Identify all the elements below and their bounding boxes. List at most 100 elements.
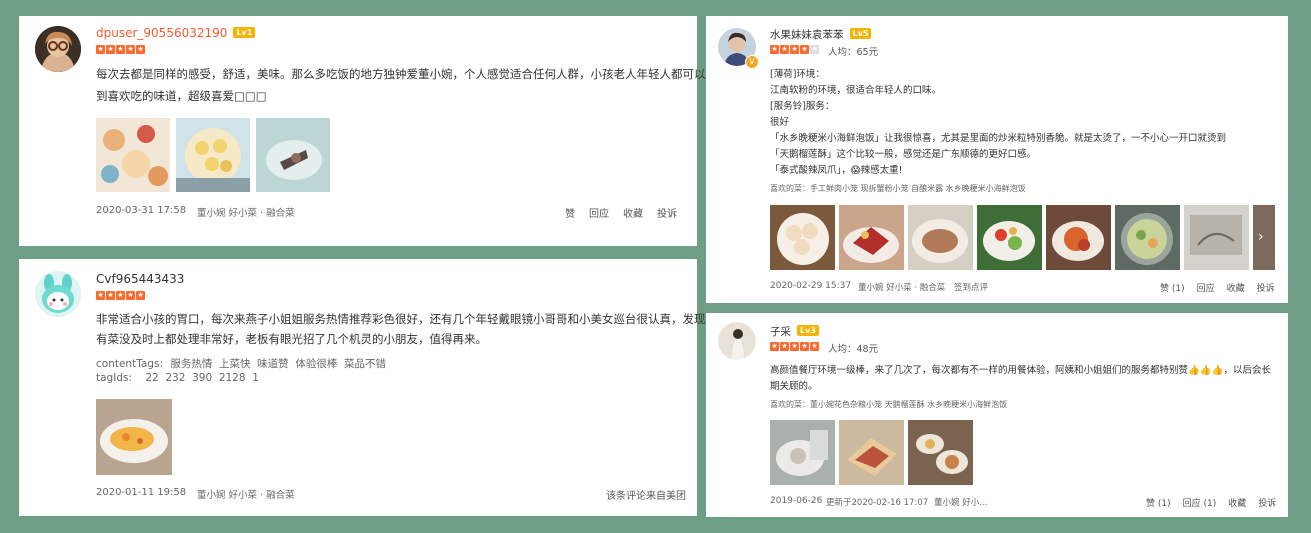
shop-name[interactable]: 董小婉 好小... xyxy=(934,496,987,508)
review-card-1: dpuser_90556032190 Lv1 ★ ★ ★ ★ ★ 每次去都是同样的… xyxy=(19,16,717,246)
review-date: 2020-03-31 17:58 xyxy=(96,205,187,216)
review-text-line: 「水乡晚粳米小海鲜泡饭」让我很惊喜，尤其是里面的炒米粒特别香脆。就是太烫了，一不… xyxy=(770,133,1227,144)
review-photo[interactable] xyxy=(770,205,835,270)
favorite-button[interactable]: 收藏 xyxy=(1227,281,1245,294)
review-card-3: V 水果妹妹袁苯苯 Lv5 ★ ★ ★ ★ ★ 人均：65元 [薄荷]环境： 江南… xyxy=(706,16,1288,303)
updated-time: 更新于2020-02-16 17:07 xyxy=(826,498,929,508)
reply-button[interactable]: 回应 xyxy=(1197,281,1215,294)
review-date: 2020-01-11 19:58 xyxy=(96,487,187,498)
like-button[interactable]: 赞 (1) xyxy=(1160,281,1185,294)
review-photo[interactable] xyxy=(839,205,904,270)
star-icon: ★ xyxy=(126,291,135,300)
average-price: 人均：65元 xyxy=(828,47,879,58)
review-text-line: 「天鹅榴莲酥」这个比较一般，感觉还是广东顺德的更好口感。 xyxy=(770,149,1037,160)
star-icon: ★ xyxy=(106,45,115,54)
review-card-2: Cvf965443433 ★ ★ ★ ★ ★ 非常适合小孩的胃口，每次来燕子小姐… xyxy=(19,259,706,516)
review-text-line: 很好 xyxy=(770,117,790,128)
review-photo[interactable] xyxy=(1184,205,1249,270)
star-icon: ★ xyxy=(116,45,125,54)
review-photo[interactable] xyxy=(1046,205,1111,270)
shop-name[interactable]: 董小婉 好小菜 · 融合菜 xyxy=(858,281,945,293)
check-in-label: 签到点评 xyxy=(954,283,989,293)
review-photo[interactable]: › xyxy=(1253,205,1275,270)
star-icon: ★ xyxy=(106,291,115,300)
content-tags: contentTags: 服务热情 上菜快 味道赞 体验很棒 菜品不错 xyxy=(96,356,386,371)
review-text-line: 非常适合小孩的胃口，每次来燕子小姐姐服务热情推荐彩色很好，还有几个年轻戴眼镜小哥… xyxy=(96,312,706,326)
favorite-dishes: 喜欢的菜：手工鲜肉小笼 现拆蟹粉小笼 自酿米露 水乡晚粳米小海鲜泡饭 xyxy=(770,184,1026,193)
review-text-line: 高颜值餐厅环境一级棒，来了几次了，每次都有不一样的用餐体验，阿姨和小姐姐们的服务… xyxy=(770,365,1271,376)
reply-button[interactable]: 回应 (1) xyxy=(1183,496,1217,509)
review-actions: 赞 (1) 回应 收藏 投诉 xyxy=(1160,281,1275,294)
review-photo[interactable] xyxy=(96,399,172,475)
star-icon: ★ xyxy=(116,291,125,300)
review-photo[interactable] xyxy=(256,118,330,192)
star-icon: ★ xyxy=(810,45,819,54)
rating-stars: ★ ★ ★ ★ ★ xyxy=(96,291,145,300)
star-icon: ★ xyxy=(96,45,105,54)
favorite-button[interactable]: 收藏 xyxy=(623,205,643,220)
content-tags-value: 服务热情 上菜快 味道赞 体验很棒 菜品不错 xyxy=(170,358,387,370)
reply-button[interactable]: 回应 xyxy=(589,205,609,220)
shop-name[interactable]: 董小婉 好小菜 · 融合菜 xyxy=(197,205,295,219)
review-photo[interactable] xyxy=(770,420,835,485)
review-photo[interactable] xyxy=(908,205,973,270)
review-text-line: 江南软粉的环境，很适合年轻人的口味。 xyxy=(770,85,942,96)
username[interactable]: Cvf965443433 xyxy=(96,272,184,286)
star-icon: ★ xyxy=(780,45,789,54)
level-badge: Lv3 xyxy=(797,325,819,336)
review-source: 该条评论来自美团 xyxy=(606,491,686,502)
review-photo[interactable] xyxy=(839,420,904,485)
username-text[interactable]: 子采 xyxy=(770,326,791,338)
username[interactable]: 水果妹妹袁苯苯 Lv5 xyxy=(770,27,872,42)
favorite-button[interactable]: 收藏 xyxy=(1228,496,1246,509)
username-text[interactable]: 水果妹妹袁苯苯 xyxy=(770,29,844,41)
level-badge: Lv1 xyxy=(233,27,256,38)
avatar[interactable] xyxy=(35,271,81,317)
username[interactable]: dpuser_90556032190 Lv1 xyxy=(96,26,256,40)
rating-stars: ★ ★ ★ ★ ★ xyxy=(770,45,819,54)
review-actions: 赞 回应 收藏 投诉 xyxy=(565,205,677,220)
like-button[interactable]: 赞 xyxy=(565,205,575,220)
review-photo[interactable] xyxy=(96,118,170,192)
star-icon: ★ xyxy=(136,45,145,54)
chevron-right-icon[interactable]: › xyxy=(1258,229,1264,245)
review-photo[interactable] xyxy=(1115,205,1180,270)
rating-stars: ★ ★ ★ ★ ★ xyxy=(96,45,145,54)
review-text-line: 有菜没及时上都处理非常好，老板有眼光招了几个机灵的小朋友，值得再来。 xyxy=(96,332,487,346)
average-price: 人均：48元 xyxy=(828,344,879,355)
avatar[interactable] xyxy=(718,322,756,360)
review-date: 2019-06-26 xyxy=(770,496,823,506)
review-text-line: 每次去都是同样的感受，舒适，美味。那么多吃饭的地方独钟爱董小婉，个人感觉适合任何… xyxy=(96,67,717,81)
star-icon: ★ xyxy=(800,45,809,54)
star-icon: ★ xyxy=(780,342,789,351)
review-text-line: [薄荷]环境： xyxy=(770,69,825,80)
star-icon: ★ xyxy=(126,45,135,54)
review-text-line: 期关顾的。 xyxy=(770,381,818,392)
star-icon: ★ xyxy=(770,342,779,351)
star-icon: ★ xyxy=(96,291,105,300)
avatar[interactable] xyxy=(35,26,81,72)
star-icon: ★ xyxy=(810,342,819,351)
like-button[interactable]: 赞 (1) xyxy=(1146,496,1171,509)
review-photo[interactable] xyxy=(908,420,973,485)
report-button[interactable]: 投诉 xyxy=(657,205,677,220)
report-button[interactable]: 投诉 xyxy=(1257,281,1275,294)
rating-stars: ★ ★ ★ ★ ★ xyxy=(770,342,819,351)
star-icon: ★ xyxy=(790,45,799,54)
star-icon: ★ xyxy=(800,342,809,351)
tag-ids-value: 22 232 390 2128 1 xyxy=(145,372,259,384)
review-photo[interactable] xyxy=(176,118,250,192)
star-icon: ★ xyxy=(770,45,779,54)
review-actions: 赞 (1) 回应 (1) 收藏 投诉 xyxy=(1146,496,1276,509)
username-text[interactable]: Cvf965443433 xyxy=(96,272,184,286)
shop-name[interactable]: 董小婉 好小菜 · 融合菜 xyxy=(197,487,295,501)
username-text[interactable]: dpuser_90556032190 xyxy=(96,26,227,40)
username[interactable]: 子采 Lv3 xyxy=(770,324,819,339)
tag-ids: tagIds: 22 232 390 2128 1 xyxy=(96,372,259,384)
review-date: 2020-02-29 15:37 xyxy=(770,281,852,291)
review-photo[interactable] xyxy=(977,205,1042,270)
verified-badge-icon: V xyxy=(745,55,759,69)
report-button[interactable]: 投诉 xyxy=(1258,496,1276,509)
star-icon: ★ xyxy=(136,291,145,300)
avatar[interactable]: V xyxy=(718,28,759,69)
